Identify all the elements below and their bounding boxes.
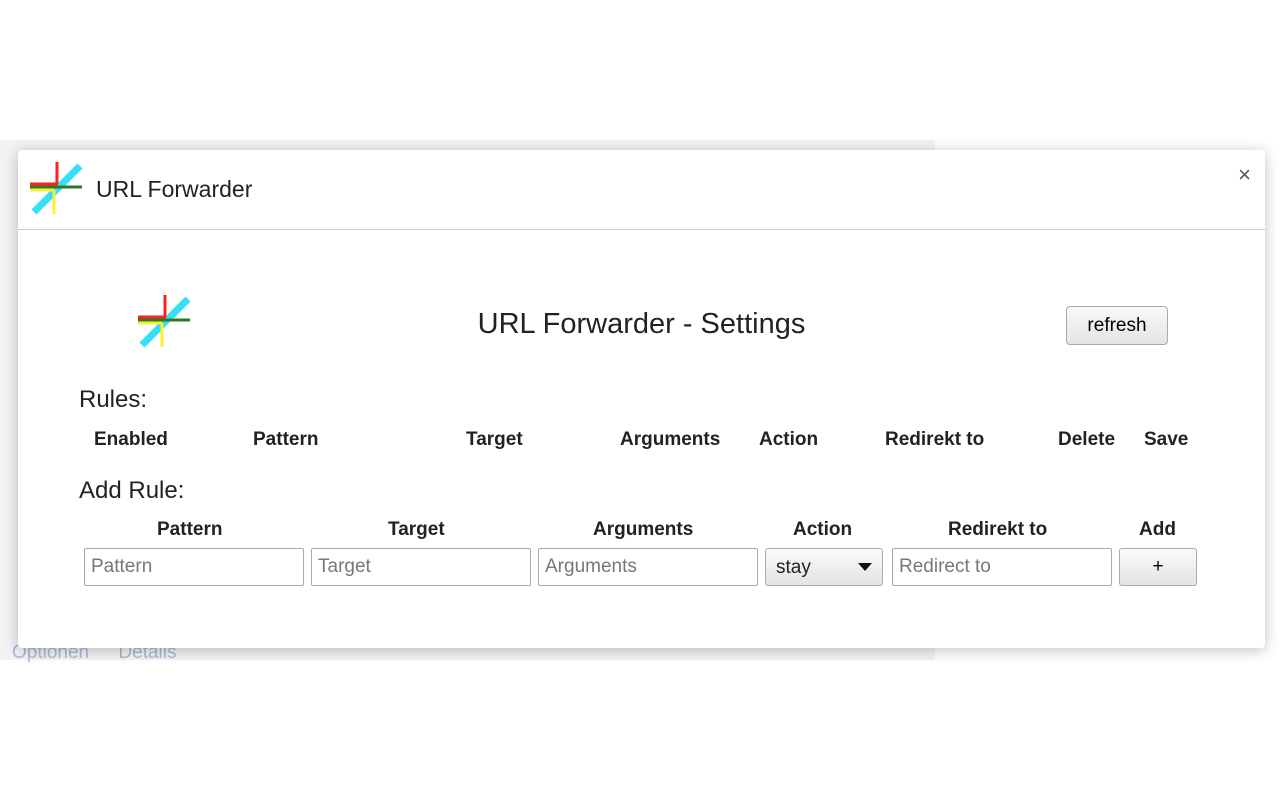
settings-dialog: URL Forwarder × URL Forwarder - Settings…: [18, 150, 1265, 648]
close-icon[interactable]: ×: [1238, 162, 1251, 188]
action-select[interactable]: stay: [765, 548, 883, 586]
add-col-add: Add: [1139, 519, 1176, 540]
add-rule-label: Add Rule:: [79, 477, 185, 504]
add-col-action: Action: [793, 519, 853, 540]
rules-col-target: Target: [466, 429, 523, 450]
refresh-button[interactable]: refresh: [1066, 306, 1168, 345]
redirect-input[interactable]: [892, 548, 1112, 586]
rules-col-delete: Delete: [1058, 429, 1116, 450]
arguments-input[interactable]: [538, 548, 758, 586]
chevron-down-icon: [858, 563, 872, 571]
rules-col-redirect: Redirekt to: [885, 429, 985, 450]
add-col-target: Target: [388, 519, 445, 540]
dialog-header: URL Forwarder ×: [18, 150, 1265, 230]
rules-col-pattern: Pattern: [253, 429, 319, 450]
rules-col-action: Action: [759, 429, 819, 450]
logo-icon: [30, 162, 83, 215]
add-rule-button[interactable]: +: [1119, 548, 1197, 586]
rules-col-arguments: Arguments: [620, 429, 721, 450]
add-col-redirect: Redirekt to: [948, 519, 1048, 540]
add-col-arguments: Arguments: [593, 519, 694, 540]
rules-col-enabled: Enabled: [94, 429, 168, 450]
rules-col-save: Save: [1144, 429, 1189, 450]
rules-label: Rules:: [79, 386, 148, 413]
pattern-input[interactable]: [84, 548, 304, 586]
target-input[interactable]: [311, 548, 531, 586]
dialog-title: URL Forwarder: [96, 176, 253, 202]
action-select-value: stay: [776, 557, 811, 578]
add-col-pattern: Pattern: [157, 519, 223, 540]
